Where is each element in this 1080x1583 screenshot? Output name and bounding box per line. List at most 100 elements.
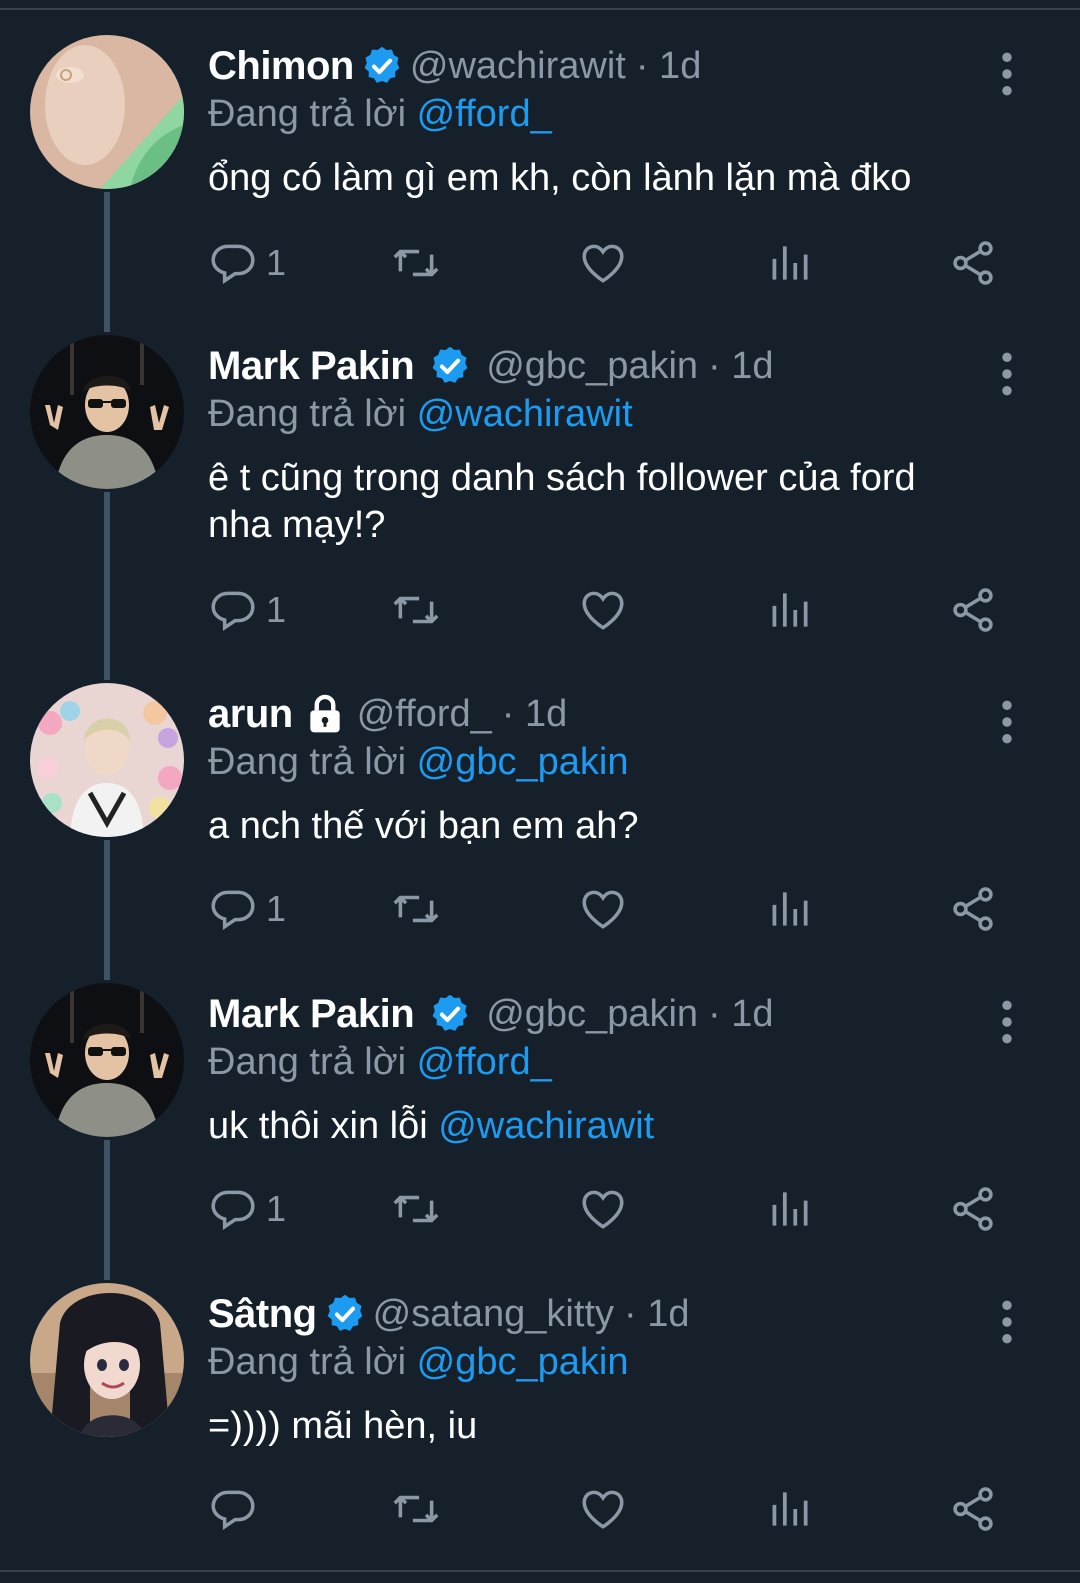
like-button[interactable]	[578, 1181, 628, 1237]
more-icon[interactable]	[990, 1297, 1024, 1347]
tweet-text-line: ê t cũng trong danh sách follower của fo…	[208, 457, 916, 499]
timestamp[interactable]: · 1d	[708, 993, 773, 1036]
timestamp[interactable]: · 1d	[624, 1293, 689, 1336]
retweet-button[interactable]	[391, 1481, 441, 1537]
reply-button[interactable]: 1	[208, 1181, 286, 1237]
share-icon	[948, 585, 998, 635]
text-mention[interactable]: @wachirawit	[438, 1105, 654, 1147]
tweet-text: a nch thế với bạn em ah?	[208, 803, 1008, 850]
timestamp[interactable]: · 1d	[636, 45, 701, 88]
action-bar: 1	[208, 582, 1008, 638]
retweet-icon	[391, 1484, 441, 1534]
retweet-button[interactable]	[391, 881, 441, 937]
display-name[interactable]: Mark Pakin	[208, 992, 415, 1037]
views-button[interactable]	[764, 1181, 814, 1237]
views-button[interactable]	[764, 235, 814, 291]
views-button[interactable]	[764, 881, 814, 937]
reply-icon	[208, 1484, 258, 1534]
views-icon	[764, 1184, 814, 1234]
tweet-text: ổng có làm gì em kh, còn lành lặn mà đko	[208, 155, 1008, 202]
display-name[interactable]: arun	[208, 692, 293, 737]
more-icon[interactable]	[990, 349, 1024, 399]
tweet-text-line: uk thôi xin lỗi	[208, 1105, 439, 1147]
more-icon[interactable]	[990, 49, 1024, 99]
reply-to-mention[interactable]: @wachirawit	[417, 393, 633, 435]
reply-prefix: Đang trả lời	[208, 1341, 407, 1383]
reply-button[interactable]: 1	[208, 235, 286, 291]
reply-button[interactable]: 1	[208, 582, 286, 638]
avatar[interactable]	[30, 983, 184, 1137]
reply-icon	[208, 585, 258, 635]
share-icon	[948, 238, 998, 288]
display-name[interactable]: Chimon	[208, 44, 354, 89]
reply-context: Đang trả lời @gbc_pakin	[208, 741, 629, 784]
lock-icon	[303, 692, 347, 736]
reply-prefix: Đang trả lời	[208, 741, 407, 783]
action-bar: 1	[208, 881, 1008, 937]
like-button[interactable]	[578, 881, 628, 937]
share-button[interactable]	[948, 1481, 998, 1537]
username-handle[interactable]: @wachirawit	[410, 45, 626, 88]
like-button[interactable]	[578, 1481, 628, 1537]
reply-button[interactable]	[208, 1481, 266, 1537]
views-icon	[764, 238, 814, 288]
tweet[interactable]: Chimon @wachirawit · 1d Đang trả lời @ff…	[0, 35, 1080, 335]
username-handle[interactable]: @fford_	[357, 693, 492, 736]
display-name[interactable]: Mark Pakin	[208, 344, 415, 389]
tweet[interactable]: Sâtng @satang_kitty · 1d Đang trả lời @g…	[0, 1283, 1080, 1583]
tweet[interactable]: Mark Pakin @gbc_pakin · 1d Đang trả lời …	[0, 335, 1080, 655]
display-name[interactable]: Sâtng	[208, 1292, 317, 1337]
reply-count: 1	[266, 1188, 287, 1229]
avatar[interactable]	[30, 683, 184, 837]
like-icon	[578, 1184, 628, 1234]
bottom-divider	[0, 1570, 1080, 1572]
views-button[interactable]	[764, 1481, 814, 1537]
retweet-button[interactable]	[391, 582, 441, 638]
timestamp[interactable]: · 1d	[502, 693, 567, 736]
share-icon	[948, 1484, 998, 1534]
tweet-text-line: =)))) mãi hèn, iu	[208, 1405, 478, 1447]
reply-count: 1	[266, 242, 287, 283]
reply-prefix: Đang trả lời	[208, 93, 407, 135]
reply-button[interactable]: 1	[208, 881, 286, 937]
views-button[interactable]	[764, 582, 814, 638]
share-button[interactable]	[948, 235, 998, 291]
share-icon	[948, 884, 998, 934]
avatar[interactable]	[30, 35, 184, 189]
like-button[interactable]	[578, 582, 628, 638]
tweet[interactable]: arun @fford_ · 1d Đang trả lời @gbc_paki…	[0, 683, 1080, 983]
reply-icon	[208, 884, 258, 934]
reply-count: 1	[266, 589, 287, 630]
username-handle[interactable]: @satang_kitty	[373, 1293, 614, 1336]
share-button[interactable]	[948, 582, 998, 638]
share-button[interactable]	[948, 881, 998, 937]
more-icon[interactable]	[990, 697, 1024, 747]
like-button[interactable]	[578, 235, 628, 291]
reply-icon	[208, 238, 258, 288]
timestamp[interactable]: · 1d	[708, 345, 773, 388]
reply-to-mention[interactable]: @gbc_pakin	[417, 741, 629, 783]
views-icon	[764, 884, 814, 934]
reply-icon	[208, 1184, 258, 1234]
retweet-icon	[391, 1184, 441, 1234]
retweet-button[interactable]	[391, 1181, 441, 1237]
avatar[interactable]	[30, 335, 184, 489]
verified-badge-icon	[428, 344, 472, 388]
action-bar: 1	[208, 1181, 1008, 1237]
share-button[interactable]	[948, 1181, 998, 1237]
username-handle[interactable]: @gbc_pakin	[486, 993, 698, 1036]
retweet-icon	[391, 585, 441, 635]
retweet-button[interactable]	[391, 235, 441, 291]
avatar[interactable]	[30, 1283, 184, 1437]
views-icon	[764, 1484, 814, 1534]
reply-to-mention[interactable]: @gbc_pakin	[417, 1341, 629, 1383]
tweet-text: =)))) mãi hèn, iu	[208, 1403, 1008, 1450]
username-handle[interactable]: @gbc_pakin	[486, 345, 698, 388]
top-divider	[0, 8, 1080, 10]
more-icon[interactable]	[990, 997, 1024, 1047]
reply-to-mention[interactable]: @fford_	[417, 1041, 552, 1083]
reply-context: Đang trả lời @fford_	[208, 1041, 552, 1084]
tweet[interactable]: Mark Pakin @gbc_pakin · 1d Đang trả lời …	[0, 983, 1080, 1283]
reply-to-mention[interactable]: @fford_	[417, 93, 552, 135]
tweet-text-line: ổng có làm gì em kh, còn lành lặn mà đko	[208, 157, 912, 199]
